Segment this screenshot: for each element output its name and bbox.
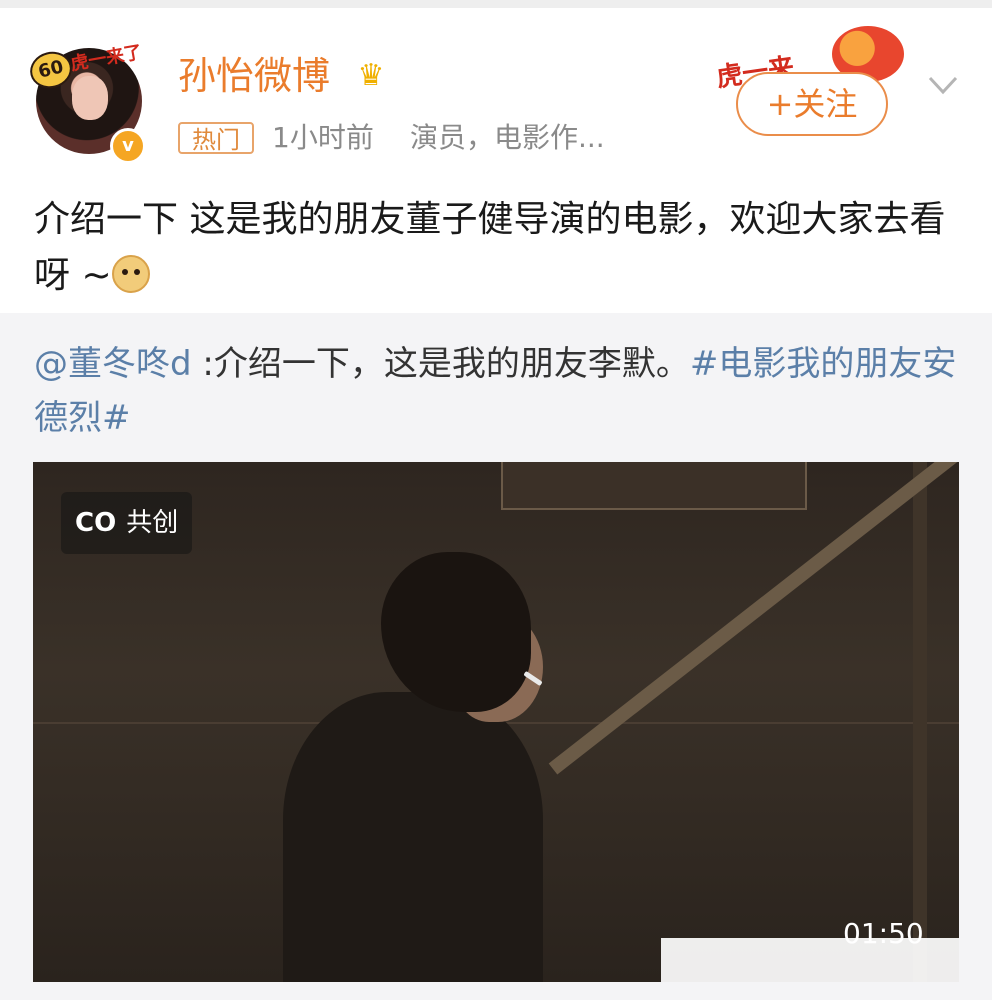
avatar-frame: 60 虎一来了 [26, 28, 148, 93]
top-divider [0, 0, 992, 8]
weibo-post: 60 虎一来了 v 孙怡微博 ♛ 热门 1小时前 演员，电影作... 虎一来 +… [0, 8, 992, 313]
video-scene-post [913, 462, 927, 982]
avatar-face [72, 76, 108, 120]
username[interactable]: 孙怡微博 [178, 54, 330, 98]
co-create-label: 共创 [126, 508, 179, 538]
repost-body: :介绍一下，这是我的朋友李默。 [191, 344, 690, 384]
repost-card[interactable]: @董冬咚d :介绍一下，这是我的朋友李默。#电影我的朋友安德烈# CO 共创 01… [0, 313, 992, 1000]
video-player[interactable]: CO 共创 01:50 [33, 462, 959, 982]
video-figure-hair [381, 552, 531, 712]
post-time: 1小时前 [272, 121, 374, 154]
chevron-down-icon[interactable] [926, 68, 960, 102]
doge-emoji-icon [111, 255, 150, 293]
crown-icon[interactable]: ♛ [353, 60, 389, 92]
hot-tag: 热门 [178, 122, 254, 154]
post-body: 介绍一下 这是我的朋友董子健导演的电影，欢迎大家去看呀 ~ [34, 199, 946, 296]
follow-button[interactable]: +关注 [736, 72, 888, 136]
verified-badge-icon: v [110, 128, 146, 164]
avatar[interactable]: 60 虎一来了 v [26, 28, 162, 168]
co-create-badge[interactable]: CO 共创 [61, 492, 193, 554]
avatar-frame-text: 虎一来了 [68, 41, 144, 76]
video-scene-frame [501, 462, 807, 510]
post-source: 演员，电影作... [410, 121, 605, 154]
video-figure-body [283, 692, 543, 982]
mention-link[interactable]: @董冬咚d [34, 344, 192, 384]
co-logo-icon: CO [75, 508, 117, 538]
post-text: 介绍一下 这是我的朋友董子健导演的电影，欢迎大家去看呀 ~ [34, 192, 964, 304]
repost-text: @董冬咚d :介绍一下，这是我的朋友李默。#电影我的朋友安德烈# [34, 337, 964, 445]
video-duration: 01:50 [843, 917, 924, 950]
